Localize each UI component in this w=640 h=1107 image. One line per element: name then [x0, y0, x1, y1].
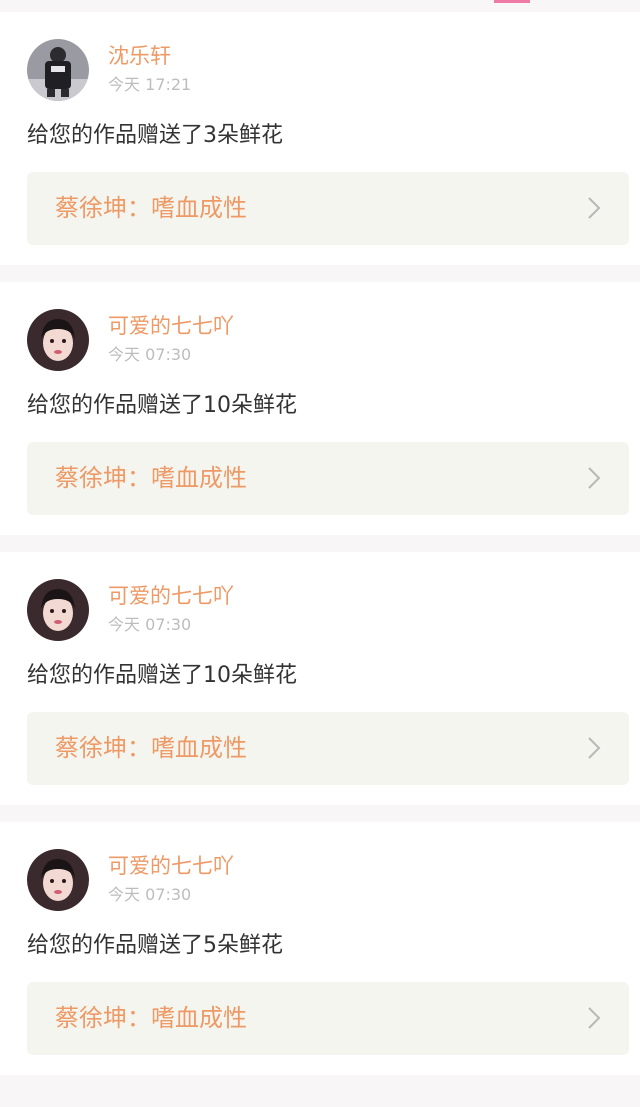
work-title: 蔡徐坤：嗜血成性 — [55, 1004, 247, 1032]
tab-indicator — [494, 0, 530, 3]
work-link[interactable]: 蔡徐坤：嗜血成性 — [27, 982, 629, 1055]
gift-message: 给您的作品赠送了5朵鲜花 — [27, 933, 283, 958]
avatar-girl-icon — [27, 579, 89, 641]
work-title: 蔡徐坤：嗜血成性 — [55, 194, 247, 222]
gift-message: 给您的作品赠送了10朵鲜花 — [27, 663, 297, 688]
avatar[interactable] — [27, 39, 89, 101]
work-title: 蔡徐坤：嗜血成性 — [55, 464, 247, 492]
avatar-girl-icon — [27, 309, 89, 371]
timestamp: 今天 07:30 — [108, 885, 192, 904]
timestamp: 今天 07:30 — [108, 615, 192, 634]
username[interactable]: 可爱的七七吖 — [108, 312, 234, 340]
avatar[interactable] — [27, 309, 89, 371]
notification-card: 可爱的七七吖 今天 07:30 给您的作品赠送了10朵鲜花 蔡徐坤：嗜血成性 — [0, 552, 640, 805]
notification-card: 沈乐轩 今天 17:21 给您的作品赠送了3朵鲜花 蔡徐坤：嗜血成性 — [0, 12, 640, 265]
avatar[interactable] — [27, 579, 89, 641]
notification-feed: 沈乐轩 今天 17:21 给您的作品赠送了3朵鲜花 蔡徐坤：嗜血成性 可爱的七七… — [0, 12, 640, 1092]
timestamp: 今天 07:30 — [108, 345, 192, 364]
notification-card: 可爱的七七吖 今天 07:30 给您的作品赠送了5朵鲜花 蔡徐坤：嗜血成性 — [0, 822, 640, 1075]
username[interactable]: 可爱的七七吖 — [108, 582, 234, 610]
username[interactable]: 可爱的七七吖 — [108, 852, 234, 880]
chevron-right-icon — [587, 466, 601, 490]
work-link[interactable]: 蔡徐坤：嗜血成性 — [27, 712, 629, 785]
work-link[interactable]: 蔡徐坤：嗜血成性 — [27, 172, 629, 245]
chevron-right-icon — [587, 1006, 601, 1030]
chevron-right-icon — [587, 736, 601, 760]
notification-card: 可爱的七七吖 今天 07:30 给您的作品赠送了10朵鲜花 蔡徐坤：嗜血成性 — [0, 282, 640, 535]
avatar[interactable] — [27, 849, 89, 911]
work-link[interactable]: 蔡徐坤：嗜血成性 — [27, 442, 629, 515]
work-title: 蔡徐坤：嗜血成性 — [55, 734, 247, 762]
username[interactable]: 沈乐轩 — [108, 42, 171, 70]
timestamp: 今天 17:21 — [108, 75, 192, 94]
chevron-right-icon — [587, 196, 601, 220]
gift-message: 给您的作品赠送了10朵鲜花 — [27, 393, 297, 418]
avatar-girl-icon — [27, 849, 89, 911]
avatar-dark-outfit-icon — [27, 39, 89, 101]
gift-message: 给您的作品赠送了3朵鲜花 — [27, 123, 283, 148]
